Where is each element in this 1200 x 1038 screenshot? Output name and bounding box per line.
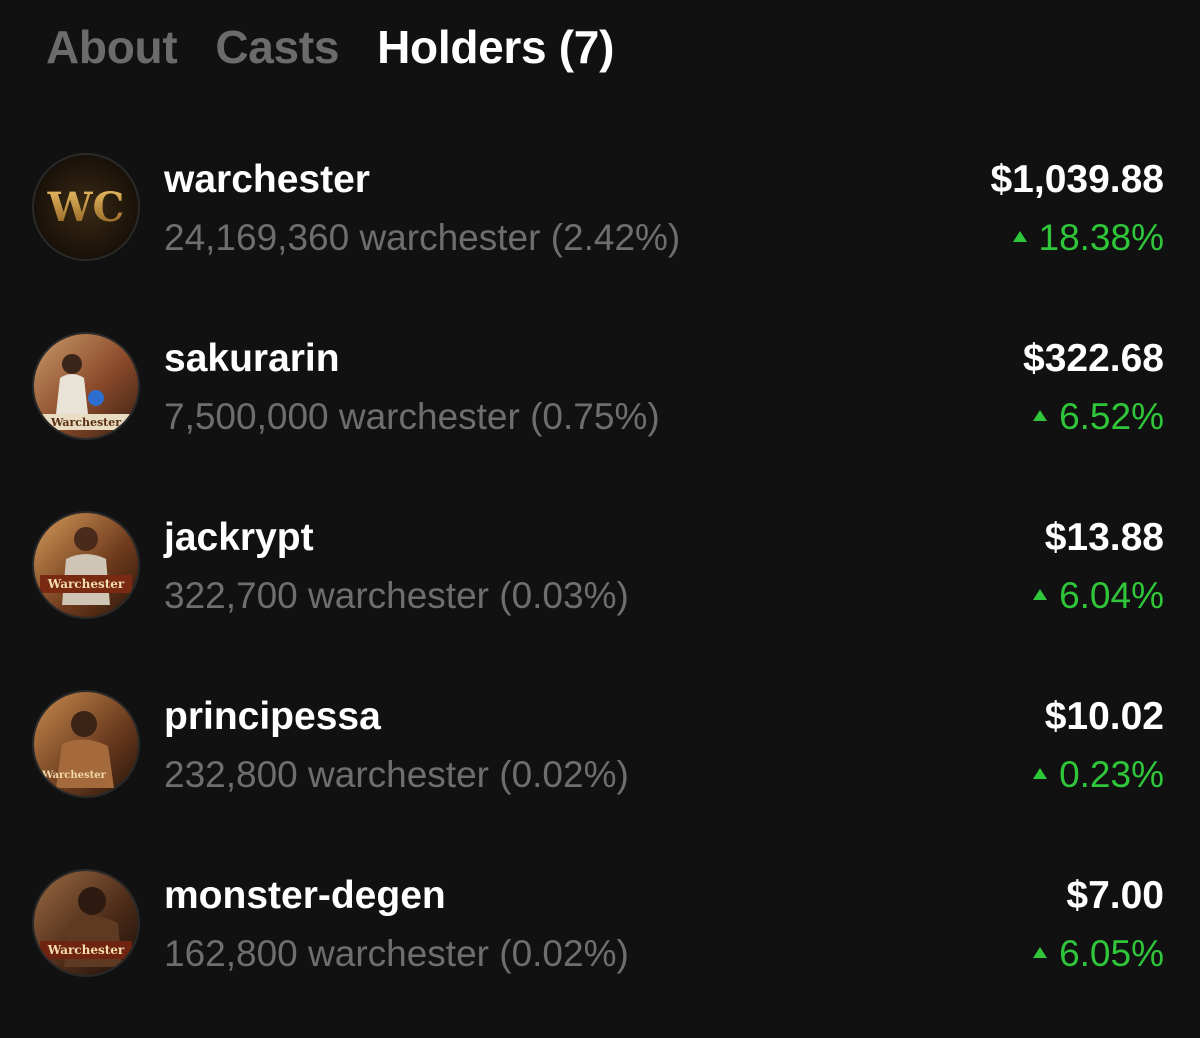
holder-value: $10.02 [1044, 695, 1164, 738]
holder-value: $1,039.88 [990, 158, 1164, 201]
holder-amount: 162,800 warchester (0.02%) [164, 933, 629, 974]
avatar-banner-text: Warchester [50, 416, 121, 429]
triangle-up-icon [1033, 588, 1048, 600]
holder-change-text: 18.38% [1038, 217, 1165, 258]
holder-value: $322.68 [1023, 337, 1164, 380]
holder-row[interactable]: Warchester principessa 232,800 warcheste… [0, 692, 1200, 812]
holder-name: monster-degen [164, 874, 446, 917]
avatar[interactable]: Warchester [34, 334, 138, 438]
holder-row[interactable]: Warchester sakurarin 7,500,000 warcheste… [0, 334, 1200, 454]
avatar[interactable]: WC [34, 155, 138, 259]
holder-name: sakurarin [164, 337, 340, 380]
triangle-up-icon [1033, 767, 1048, 779]
tab-casts[interactable]: Casts [215, 18, 339, 76]
avatar-banner-text: Warchester [47, 943, 125, 957]
holder-change-text: 6.05% [1059, 933, 1164, 974]
holder-value: $7.00 [1066, 874, 1164, 917]
holder-value: $13.88 [1044, 516, 1164, 559]
avatar-banner-text: Warchester [41, 770, 106, 781]
avatar[interactable]: Warchester [34, 692, 138, 796]
avatar[interactable]: Warchester [34, 871, 138, 975]
tab-about[interactable]: About [46, 18, 178, 76]
holder-name: principessa [164, 695, 381, 738]
holder-row[interactable]: Warchester monster-degen 162,800 warches… [0, 871, 1200, 991]
holder-name: jackrypt [164, 516, 314, 559]
holder-amount: 7,500,000 warchester (0.75%) [164, 396, 660, 437]
holder-change-text: 6.04% [1059, 575, 1164, 616]
holder-name: warchester [164, 158, 370, 201]
avatar[interactable]: Warchester [34, 513, 138, 617]
holder-row[interactable]: Warchester jackrypt 322,700 warchester (… [0, 513, 1200, 633]
holder-change-text: 0.23% [1059, 754, 1164, 795]
holder-change: 6.05% [1033, 931, 1164, 977]
holder-change: 0.23% [1033, 752, 1164, 798]
holder-amount: 322,700 warchester (0.03%) [164, 575, 629, 616]
holder-row[interactable]: WC warchester 24,169,360 warchester (2.4… [0, 155, 1200, 275]
tab-bar: About Casts Holders (7) [46, 18, 614, 78]
holder-change-text: 6.52% [1059, 396, 1164, 437]
triangle-up-icon [1012, 230, 1027, 242]
avatar-banner-text: Warchester [47, 577, 125, 591]
holder-change: 6.04% [1033, 573, 1164, 619]
triangle-up-icon [1033, 409, 1048, 421]
tab-holders[interactable]: Holders (7) [377, 18, 614, 76]
holder-amount: 232,800 warchester (0.02%) [164, 754, 629, 795]
holder-change: 6.52% [1033, 394, 1164, 440]
triangle-up-icon [1033, 946, 1048, 958]
holder-amount: 24,169,360 warchester (2.42%) [164, 217, 681, 258]
holder-change: 18.38% [1012, 215, 1165, 261]
avatar-logo-text: WC [47, 184, 125, 231]
